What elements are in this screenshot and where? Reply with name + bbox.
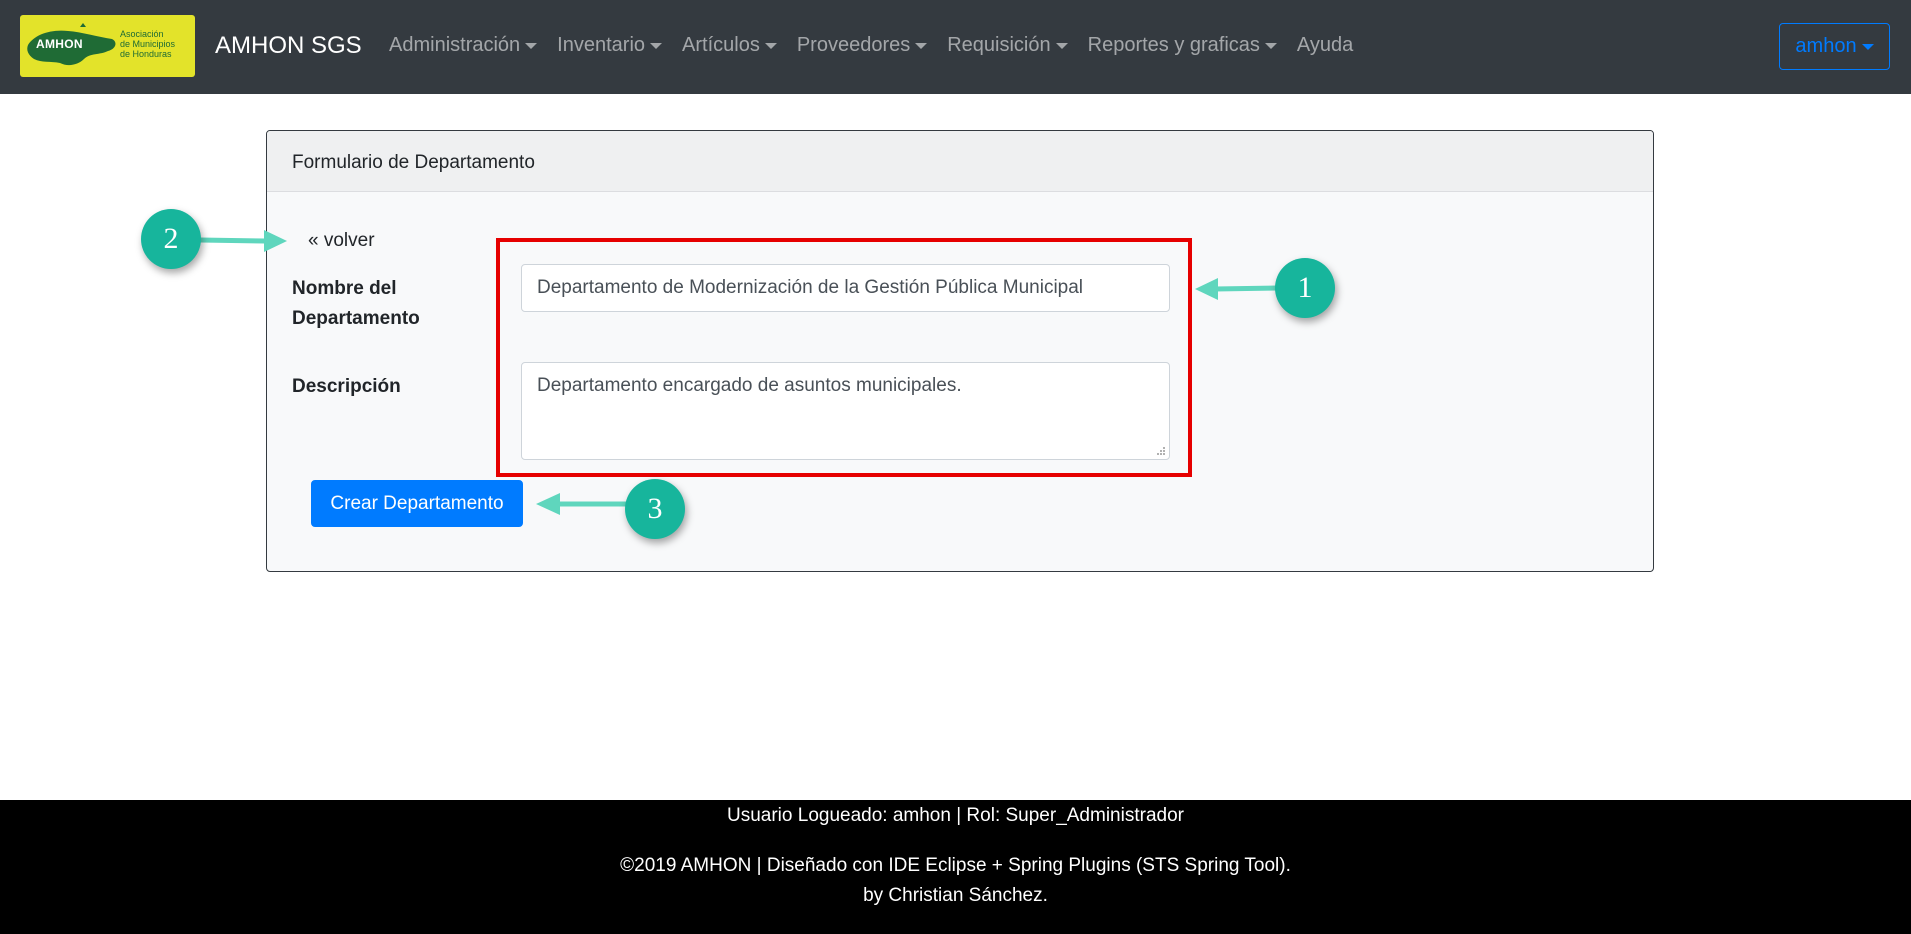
arrow-2-icon <box>199 237 266 244</box>
annotation-badge-2: 2 <box>141 209 201 269</box>
annotation-badge-3: 3 <box>625 479 685 539</box>
annotation-badge-1: 1 <box>1275 258 1335 318</box>
footer-user-info: Usuario Logueado: amhon | Rol: Super_Adm… <box>727 805 1184 826</box>
footer-author: by Christian Sánchez. <box>863 885 1048 906</box>
arrow-1-icon <box>1214 285 1279 292</box>
annotation-arrows <box>199 230 1279 515</box>
footer-copyright: ©2019 AMHON | Diseñado con IDE Eclipse +… <box>620 855 1291 876</box>
page-footer: Usuario Logueado: amhon | Rol: Super_Adm… <box>0 800 1911 934</box>
